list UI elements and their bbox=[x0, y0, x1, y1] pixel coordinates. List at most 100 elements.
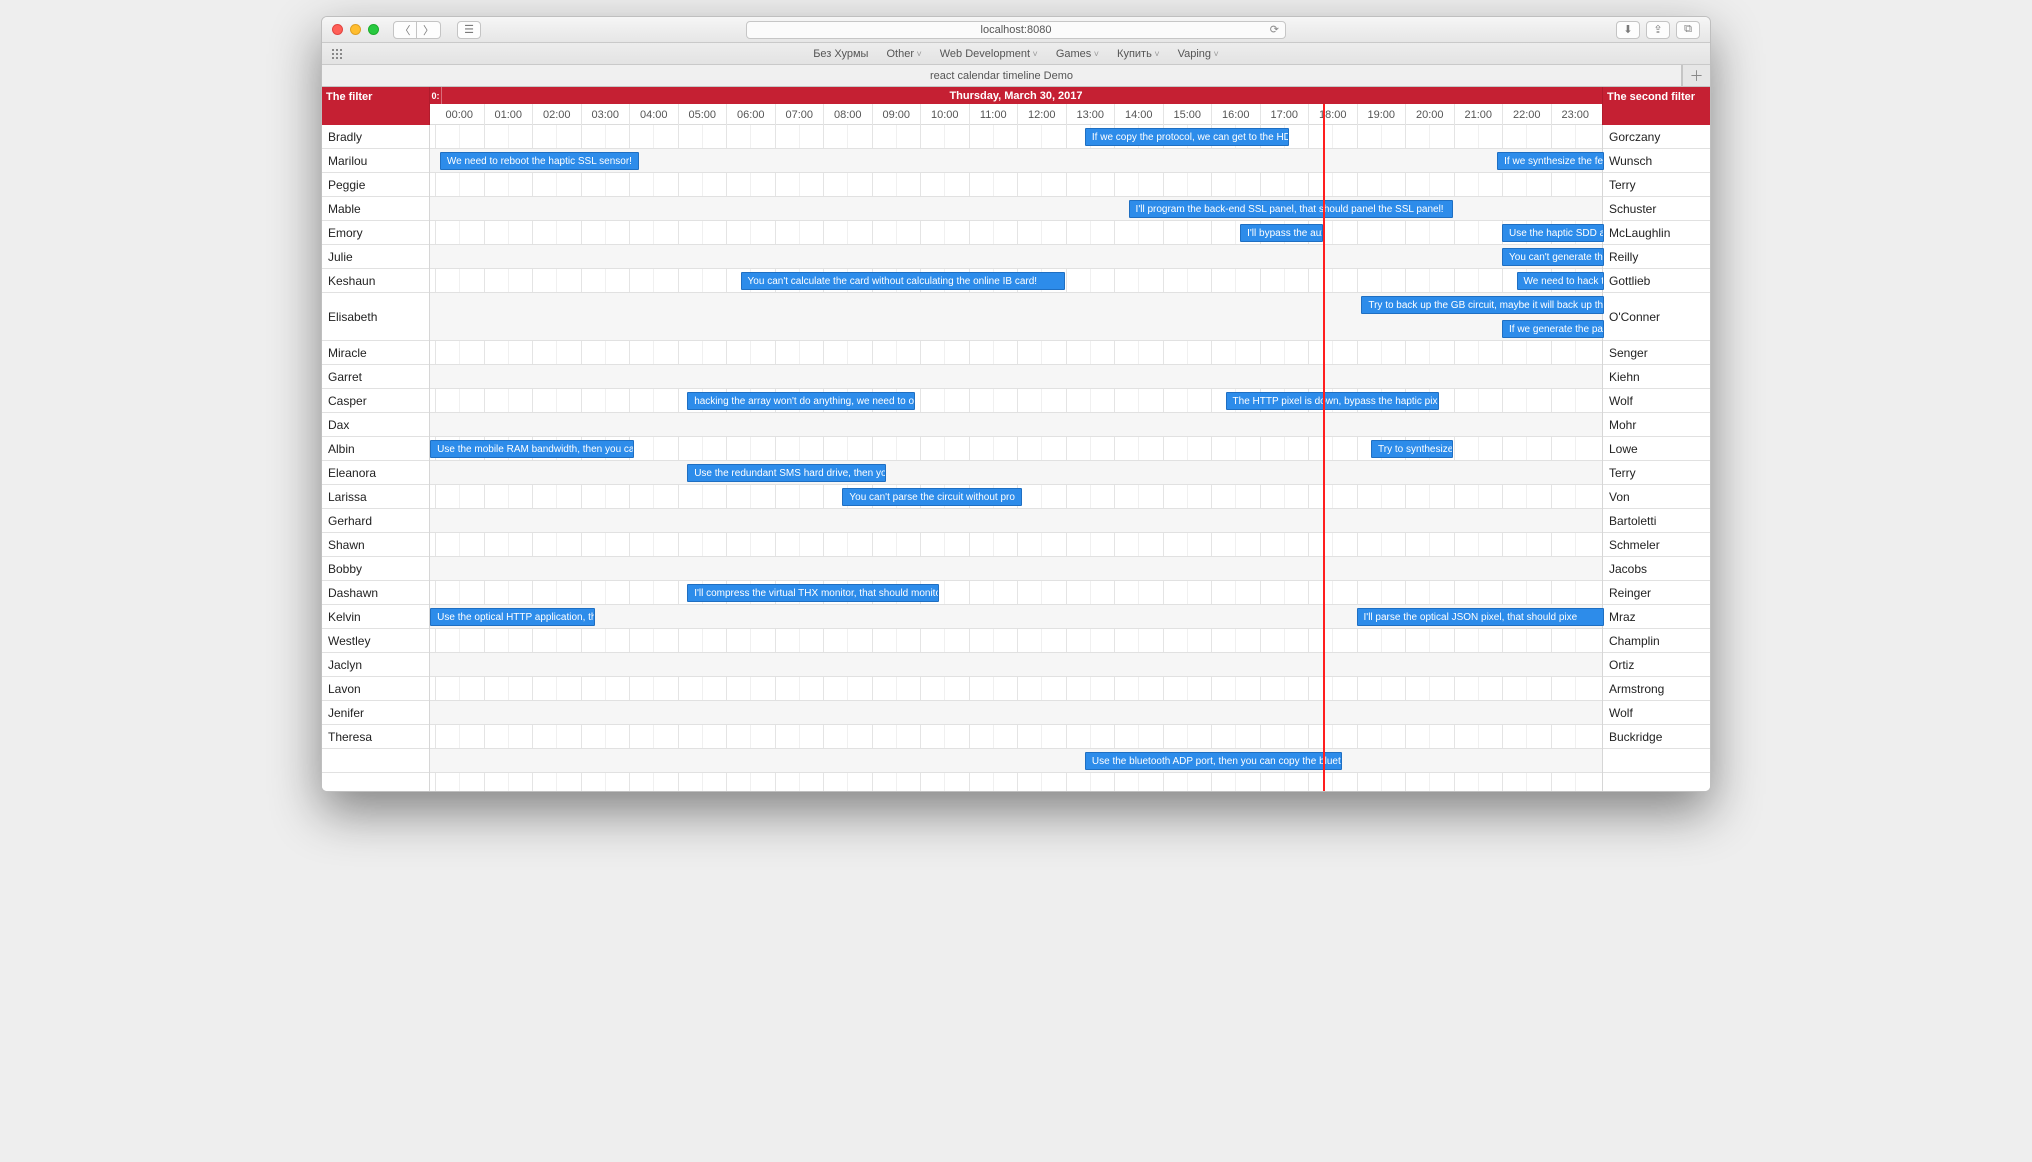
browser-tab[interactable]: react calendar timeline Demo bbox=[322, 65, 1682, 86]
grid-row bbox=[430, 413, 1602, 437]
timeline-item[interactable]: Use the optical HTTP application, then y… bbox=[430, 608, 595, 626]
timeline-grid[interactable]: If we copy the protocol, we can get to t… bbox=[430, 125, 1602, 791]
grid-row bbox=[430, 221, 1602, 245]
nav-buttons: 〈 〉 bbox=[393, 21, 441, 39]
hour-header-cell: 19:00 bbox=[1357, 104, 1406, 125]
group-row-left: Elisabeth bbox=[322, 293, 429, 341]
grid-row bbox=[430, 653, 1602, 677]
timeline-item[interactable]: I'll parse the optical JSON pixel, that … bbox=[1357, 608, 1604, 626]
group-row-left: Dashawn bbox=[322, 581, 429, 605]
group-row-left: Miracle bbox=[322, 341, 429, 365]
back-button[interactable]: 〈 bbox=[393, 21, 417, 39]
hour-header-cell: 15:00 bbox=[1163, 104, 1212, 125]
timeline-item[interactable]: Use the redundant SMS hard drive, then y… bbox=[687, 464, 886, 482]
hour-header-cell: 09:00 bbox=[872, 104, 921, 125]
bookmarks-bar: Без Хурмы Other Web Development Games Ку… bbox=[322, 43, 1710, 65]
timeline-item[interactable]: If we synthesize the feed bbox=[1497, 152, 1604, 170]
timeline-item[interactable]: If we generate the pane bbox=[1502, 320, 1604, 338]
group-row-left: Jenifer bbox=[322, 701, 429, 725]
group-row-right: Wolf bbox=[1603, 701, 1710, 725]
group-row-right: Terry bbox=[1603, 173, 1710, 197]
bookmarks-grip-icon[interactable] bbox=[332, 49, 346, 59]
hour-header-cell: 04:00 bbox=[629, 104, 678, 125]
grid-row bbox=[430, 173, 1602, 197]
group-row-right: Buckridge bbox=[1603, 725, 1710, 749]
group-row-right: Schmeler bbox=[1603, 533, 1710, 557]
hour-header-cell: 07:00 bbox=[775, 104, 824, 125]
group-row-left: Jaclyn bbox=[322, 653, 429, 677]
timeline-item[interactable]: You can't calculate the card without cal… bbox=[741, 272, 1066, 290]
prev-day-slice: 0: bbox=[430, 87, 442, 104]
timeline-item[interactable]: If we copy the protocol, we can get to t… bbox=[1085, 128, 1289, 146]
hour-header-cell: 14:00 bbox=[1114, 104, 1163, 125]
timeline-item[interactable]: The HTTP pixel is down, bypass the hapti… bbox=[1226, 392, 1439, 410]
timeline-header: The filter The second filter 0: Thursday… bbox=[322, 87, 1710, 125]
group-row-left: Keshaun bbox=[322, 269, 429, 293]
forward-button[interactable]: 〉 bbox=[417, 21, 441, 39]
group-row-right: Reinger bbox=[1603, 581, 1710, 605]
bookmark-item[interactable]: Купить bbox=[1117, 48, 1160, 60]
group-row-right: Ortiz bbox=[1603, 653, 1710, 677]
bookmark-item[interactable]: Vaping bbox=[1178, 48, 1219, 60]
bookmark-item[interactable]: Other bbox=[886, 48, 921, 60]
bookmark-item[interactable]: Games bbox=[1056, 48, 1099, 60]
hour-header-cell: 18:00 bbox=[1308, 104, 1357, 125]
timeline-item[interactable]: hacking the array won't do anything, we … bbox=[687, 392, 915, 410]
group-row-right: Kiehn bbox=[1603, 365, 1710, 389]
timeline-item[interactable]: We need to reboot the haptic SSL sensor! bbox=[440, 152, 639, 170]
share-icon[interactable]: ⇪ bbox=[1646, 21, 1670, 39]
group-row-left: Julie bbox=[322, 245, 429, 269]
bookmarks-center: Без Хурмы Other Web Development Games Ку… bbox=[813, 48, 1219, 60]
grid-row bbox=[430, 629, 1602, 653]
timeline-item[interactable]: We need to hack the op bbox=[1517, 272, 1604, 290]
group-row-left: Lavon bbox=[322, 677, 429, 701]
timeline-item[interactable]: Try to back up the GB circuit, maybe it … bbox=[1361, 296, 1604, 314]
date-header-label: Thursday, March 30, 2017 bbox=[949, 90, 1082, 102]
timeline-item[interactable]: Try to synthesize the JBOD bbox=[1371, 440, 1453, 458]
group-row-right: Gottlieb bbox=[1603, 269, 1710, 293]
sidebar-toggle-button[interactable]: ☰ bbox=[457, 21, 481, 39]
url-bar[interactable]: localhost:8080 ⟳ bbox=[746, 21, 1286, 39]
group-row-right: Terry bbox=[1603, 461, 1710, 485]
hour-header-cell: 11:00 bbox=[969, 104, 1018, 125]
hour-header-cell: 06:00 bbox=[726, 104, 775, 125]
group-row-left: Dax bbox=[322, 413, 429, 437]
hour-header-cell: 01:00 bbox=[484, 104, 533, 125]
group-row-right: Mraz bbox=[1603, 605, 1710, 629]
timeline-item[interactable]: I'll bypass the auxiliary bbox=[1240, 224, 1322, 242]
group-row-right: Reilly bbox=[1603, 245, 1710, 269]
timeline-item[interactable]: Use the mobile RAM bandwidth, then you c… bbox=[430, 440, 634, 458]
group-row-right: Schuster bbox=[1603, 197, 1710, 221]
group-row-left bbox=[322, 749, 429, 773]
left-group-column: BradlyMarilouPeggieMableEmoryJulieKeshau… bbox=[322, 125, 430, 791]
hour-header-cell: 20:00 bbox=[1405, 104, 1454, 125]
tabs-icon[interactable]: ⧉ bbox=[1676, 21, 1700, 39]
refresh-icon[interactable]: ⟳ bbox=[1270, 23, 1279, 36]
zoom-icon[interactable] bbox=[368, 24, 379, 35]
group-row-left: Albin bbox=[322, 437, 429, 461]
bookmark-item[interactable]: Web Development bbox=[940, 48, 1038, 60]
grid-row bbox=[430, 677, 1602, 701]
timeline-item[interactable]: You can't generate the E bbox=[1502, 248, 1604, 266]
timeline-item[interactable]: Use the haptic SDD arr bbox=[1502, 224, 1604, 242]
timeline-item[interactable]: I'll compress the virtual THX monitor, t… bbox=[687, 584, 939, 602]
group-row-left: Garret bbox=[322, 365, 429, 389]
right-group-column: GorczanyWunschTerrySchusterMcLaughlinRei… bbox=[1602, 125, 1710, 791]
close-icon[interactable] bbox=[332, 24, 343, 35]
minimize-icon[interactable] bbox=[350, 24, 361, 35]
grid-row bbox=[430, 701, 1602, 725]
traffic-lights bbox=[332, 24, 379, 35]
grid-row bbox=[430, 461, 1602, 485]
group-row-right: McLaughlin bbox=[1603, 221, 1710, 245]
group-row-right: Gorczany bbox=[1603, 125, 1710, 149]
chrome-right: ⬇ ⇪ ⧉ bbox=[1616, 21, 1700, 39]
timeline-item[interactable]: You can't parse the circuit without pro bbox=[842, 488, 1021, 506]
grid-row bbox=[430, 509, 1602, 533]
downloads-icon[interactable]: ⬇ bbox=[1616, 21, 1640, 39]
new-tab-button[interactable]: ＋ bbox=[1682, 65, 1710, 86]
timeline-item[interactable]: Use the bluetooth ADP port, then you can… bbox=[1085, 752, 1342, 770]
timeline-item[interactable]: I'll program the back-end SSL panel, tha… bbox=[1129, 200, 1454, 218]
group-row-left: Mable bbox=[322, 197, 429, 221]
group-row-left: Kelvin bbox=[322, 605, 429, 629]
bookmark-item[interactable]: Без Хурмы bbox=[813, 48, 868, 60]
